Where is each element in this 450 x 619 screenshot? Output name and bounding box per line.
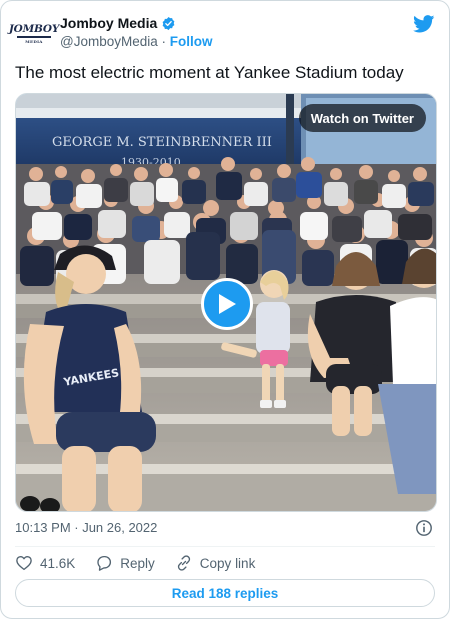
like-count: 41.6K bbox=[40, 555, 76, 571]
handle-separator: · bbox=[157, 34, 170, 49]
copy-link-button[interactable]: Copy link bbox=[175, 554, 256, 572]
stadium-sign-text: GEORGE M. STEINBRENNER III bbox=[52, 135, 272, 150]
follow-button[interactable]: Follow bbox=[170, 34, 213, 49]
read-replies-button[interactable]: Read 188 replies bbox=[15, 579, 435, 607]
video-player[interactable]: GEORGE M. STEINBRENNER III 1930-2010 YAN… bbox=[15, 93, 437, 512]
handle[interactable]: @JomboyMedia bbox=[60, 34, 158, 49]
reply-button[interactable]: Reply bbox=[95, 554, 155, 572]
avatar[interactable]: JOMBOY MEDIA bbox=[9, 15, 59, 53]
play-button[interactable] bbox=[201, 278, 253, 330]
verified-badge-icon bbox=[162, 16, 175, 30]
twitter-bird-icon[interactable] bbox=[413, 15, 435, 33]
tweet-text: The most electric moment at Yankee Stadi… bbox=[15, 63, 404, 82]
logo-underline bbox=[17, 36, 51, 38]
display-name[interactable]: Jomboy Media bbox=[60, 15, 157, 31]
action-bar: 41.6K Reply Copy link bbox=[15, 553, 275, 573]
logo-subtext: MEDIA bbox=[25, 38, 43, 44]
info-icon[interactable] bbox=[415, 519, 433, 537]
heart-icon bbox=[16, 556, 32, 571]
copy-link-label: Copy link bbox=[199, 555, 256, 571]
divider bbox=[15, 546, 435, 547]
reply-label: Reply bbox=[120, 555, 155, 571]
author-info: Jomboy Media @JomboyMedia · Follow bbox=[60, 13, 213, 49]
tweet-header: JOMBOY MEDIA Jomboy Media @JomboyMedia ·… bbox=[9, 13, 435, 53]
reply-icon bbox=[97, 555, 112, 571]
play-icon bbox=[219, 294, 236, 314]
logo-text: JOMBOY bbox=[8, 23, 60, 36]
watch-on-twitter-button[interactable]: Watch on Twitter bbox=[298, 104, 426, 132]
tweet-timestamp[interactable]: 10:13 PM · Jun 26, 2022 bbox=[15, 520, 157, 535]
link-icon bbox=[177, 555, 190, 571]
like-button[interactable]: 41.6K bbox=[15, 554, 75, 572]
tweet-card: JOMBOY MEDIA Jomboy Media @JomboyMedia ·… bbox=[0, 0, 450, 619]
